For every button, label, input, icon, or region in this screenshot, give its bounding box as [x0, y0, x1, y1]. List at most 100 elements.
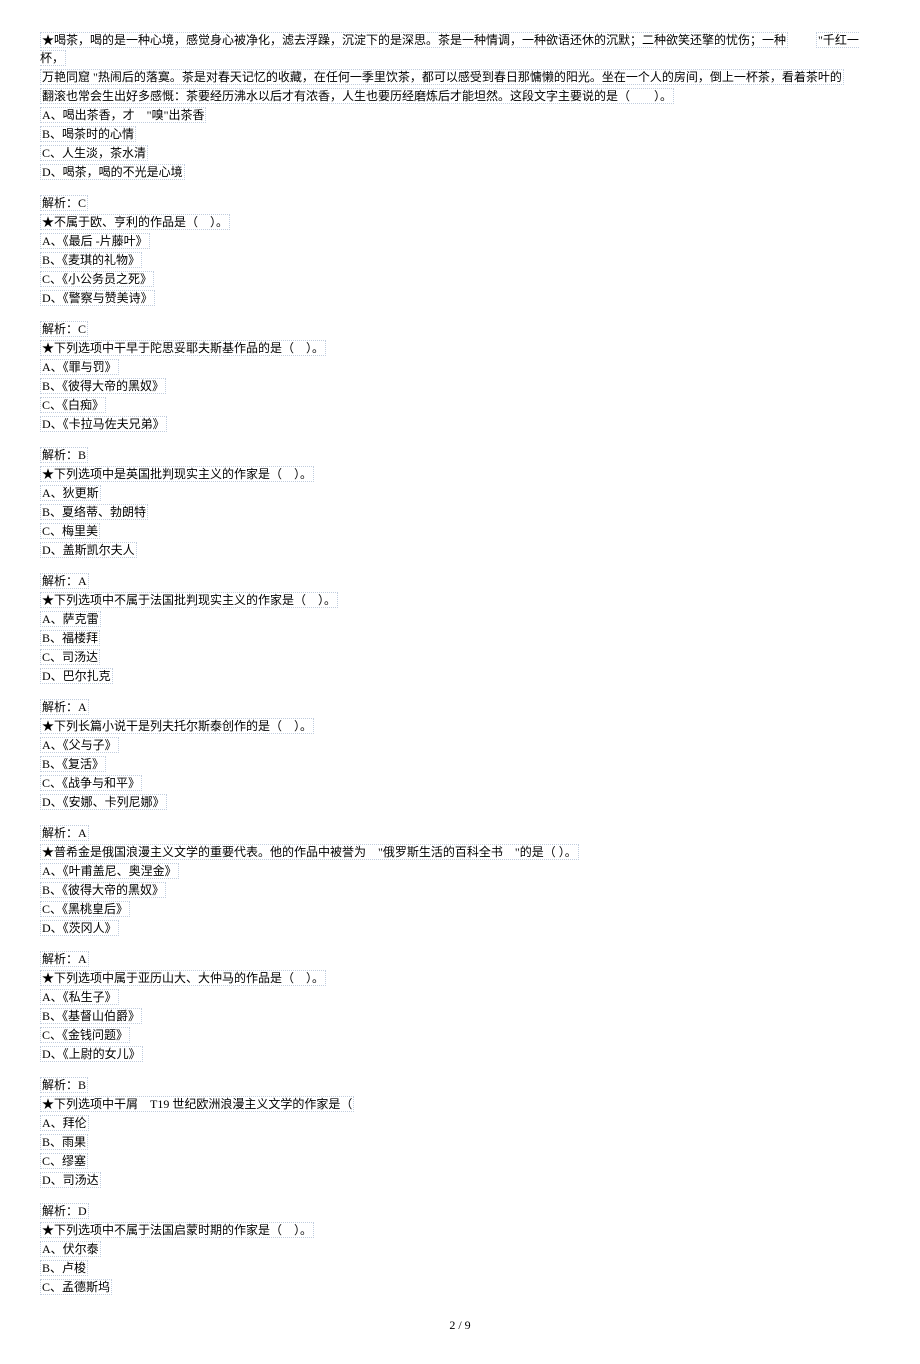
- text: 解析：D: [42, 1204, 87, 1218]
- text: C、梅里美: [42, 524, 98, 538]
- option-a: A、《罪与罚》: [40, 358, 880, 376]
- text: A、《最后 -片藤叶》: [42, 234, 148, 248]
- option-b: B、福楼拜: [40, 629, 880, 647]
- question-10: ★下列选项中不属于法国启蒙时期的作家是（ ）。 A、伏尔泰 B、卢梭 C、孟德斯…: [40, 1221, 880, 1296]
- text: D、喝茶，喝的不光是心境: [42, 165, 183, 179]
- text: ★不属于欧、亨利的作品是（ ）。: [42, 215, 228, 229]
- text: B、喝茶时的心情: [42, 127, 134, 141]
- option-d: D、喝茶，喝的不光是心境: [40, 163, 880, 181]
- text: B、《麦琪的礼物》: [42, 253, 140, 267]
- text: A、拜伦: [42, 1116, 87, 1130]
- option-a: A、《私生子》: [40, 988, 880, 1006]
- answer: 解析：A: [40, 698, 880, 716]
- text: C、《金钱问题》: [42, 1028, 128, 1042]
- text: ★下列选项中干早于陀思妥耶夫斯基作品的是（ ）。: [42, 341, 324, 355]
- question-3: ★下列选项中干早于陀思妥耶夫斯基作品的是（ ）。 A、《罪与罚》 B、《彼得大帝…: [40, 339, 880, 433]
- option-d: D、《安娜、卡列尼娜》: [40, 793, 880, 811]
- answer: 解析：A: [40, 572, 880, 590]
- text: B、夏络蒂、勃朗特: [42, 505, 146, 519]
- text: C、司汤达: [42, 650, 98, 664]
- option-b: B、喝茶时的心情: [40, 125, 880, 143]
- question-stem: ★下列选项中不属于法国批判现实主义的作家是（ ）。: [40, 591, 880, 609]
- question-4: ★下列选项中是英国批判现实主义的作家是（ ）。 A、狄更斯 B、夏络蒂、勃朗特 …: [40, 465, 880, 559]
- option-d: D、《上尉的女儿》: [40, 1045, 880, 1063]
- option-a: A、狄更斯: [40, 484, 880, 502]
- text: B、《彼得大帝的黑奴》: [42, 379, 164, 393]
- option-b: B、《基督山伯爵》: [40, 1007, 880, 1025]
- text: D、《卡拉马佐夫兄弟》: [42, 417, 165, 431]
- question-stem: ★普希金是俄国浪漫主义文学的重要代表。他的作品中被誉为 "俄罗斯生活的百科全书 …: [40, 843, 880, 861]
- option-a: A、拜伦: [40, 1114, 880, 1132]
- text: C、缪塞: [42, 1154, 86, 1168]
- answer: 解析：C: [40, 320, 880, 338]
- option-a: A、《最后 -片藤叶》: [40, 232, 880, 250]
- text: 解析：B: [42, 448, 86, 462]
- text: C、《战争与和平》: [42, 776, 140, 790]
- option-b: B、《彼得大帝的黑奴》: [40, 377, 880, 395]
- option-a: A、伏尔泰: [40, 1240, 880, 1258]
- text: 解析：A: [42, 700, 87, 714]
- text: ★下列选项中不属于法国启蒙时期的作家是（ ）。: [42, 1223, 312, 1237]
- question-stem: ★下列选项中干早于陀思妥耶夫斯基作品的是（ ）。: [40, 339, 880, 357]
- question-stem: ★下列选项中属于亚历山大、大仲马的作品是（ ）。: [40, 969, 880, 987]
- answer: 解析：B: [40, 446, 880, 464]
- option-a: A、萨克雷: [40, 610, 880, 628]
- text: A、伏尔泰: [42, 1242, 99, 1256]
- text: ★喝茶，喝的是一种心境，感觉身心被净化，滤去浮躁，沉淀下的是深思。茶是一种情调，…: [42, 33, 786, 47]
- question-stem: ★下列选项中是英国批判现实主义的作家是（ ）。: [40, 465, 880, 483]
- question-stem-line: 翻滚也常会生出好多感慨：茶要经历沸水以后才有浓香，人生也要历经磨炼后才能坦然。这…: [40, 87, 880, 105]
- text: ★下列选项中属于亚历山大、大仲马的作品是（ ）。: [42, 971, 324, 985]
- option-b: B、《彼得大帝的黑奴》: [40, 881, 880, 899]
- question-7: ★普希金是俄国浪漫主义文学的重要代表。他的作品中被誉为 "俄罗斯生活的百科全书 …: [40, 843, 880, 937]
- answer: 解析：C: [40, 194, 880, 212]
- text: C、《黑桃皇后》: [42, 902, 128, 916]
- text: 解析：C: [42, 196, 86, 210]
- text: A、《叶甫盖尼、奥涅金》: [42, 864, 177, 878]
- option-b: B、雨果: [40, 1133, 880, 1151]
- option-b: B、《复活》: [40, 755, 880, 773]
- option-d: D、《茨冈人》: [40, 919, 880, 937]
- text: ★下列长篇小说干是列夫托尔斯泰创作的是（ ）。: [42, 719, 312, 733]
- question-1: ★喝茶，喝的是一种心境，感觉身心被净化，滤去浮躁，沉淀下的是深思。茶是一种情调，…: [40, 31, 880, 181]
- text: C、人生淡，茶水清: [42, 146, 146, 160]
- page-number: 2 / 9: [40, 1316, 880, 1334]
- option-c: C、《战争与和平》: [40, 774, 880, 792]
- option-d: D、《警察与赞美诗》: [40, 289, 880, 307]
- option-c: C、《金钱问题》: [40, 1026, 880, 1044]
- text: C、《白痴》: [42, 398, 104, 412]
- text: ★下列选项中是英国批判现实主义的作家是（ ）。: [42, 467, 312, 481]
- answer: 解析：A: [40, 824, 880, 842]
- question-6: ★下列长篇小说干是列夫托尔斯泰创作的是（ ）。 A、《父与子》 B、《复活》 C…: [40, 717, 880, 811]
- answer: 解析：B: [40, 1076, 880, 1094]
- text: A、《私生子》: [42, 990, 117, 1004]
- option-c: C、《黑桃皇后》: [40, 900, 880, 918]
- text: A、狄更斯: [42, 486, 99, 500]
- text: D、巴尔扎克: [42, 669, 111, 683]
- question-stem: ★不属于欧、亨利的作品是（ ）。: [40, 213, 880, 231]
- text: 解析：B: [42, 1078, 86, 1092]
- question-stem: ★下列选项中干屑 T19 世纪欧洲浪漫主义文学的作家是（: [40, 1095, 880, 1113]
- text: C、孟德斯坞: [42, 1280, 110, 1294]
- question-9: ★下列选项中干屑 T19 世纪欧洲浪漫主义文学的作家是（ A、拜伦 B、雨果 C…: [40, 1095, 880, 1189]
- option-d: D、《卡拉马佐夫兄弟》: [40, 415, 880, 433]
- text: B、卢梭: [42, 1261, 86, 1275]
- text: A、喝出茶香，才 "嗅"出茶香: [42, 108, 204, 122]
- text: D、盖斯凯尔夫人: [42, 543, 135, 557]
- option-c: C、《白痴》: [40, 396, 880, 414]
- text: 解析：A: [42, 952, 87, 966]
- option-a: A、喝出茶香，才 "嗅"出茶香: [40, 106, 880, 124]
- text: D、《警察与赞美诗》: [42, 291, 153, 305]
- question-stem-line: 万艳同窟 "热闹后的落寞。茶是对春天记忆的收藏，在任何一季里饮茶，都可以感受到春…: [40, 68, 880, 86]
- option-a: A、《叶甫盖尼、奥涅金》: [40, 862, 880, 880]
- option-c: C、梅里美: [40, 522, 880, 540]
- question-8: ★下列选项中属于亚历山大、大仲马的作品是（ ）。 A、《私生子》 B、《基督山伯…: [40, 969, 880, 1063]
- text: ★普希金是俄国浪漫主义文学的重要代表。他的作品中被誉为 "俄罗斯生活的百科全书 …: [42, 845, 577, 859]
- option-a: A、《父与子》: [40, 736, 880, 754]
- question-2: ★不属于欧、亨利的作品是（ ）。 A、《最后 -片藤叶》 B、《麦琪的礼物》 C…: [40, 213, 880, 307]
- text: A、《父与子》: [42, 738, 117, 752]
- option-d: D、司汤达: [40, 1171, 880, 1189]
- text: C、《小公务员之死》: [42, 272, 152, 286]
- text: B、《基督山伯爵》: [42, 1009, 140, 1023]
- option-c: C、孟德斯坞: [40, 1278, 880, 1296]
- text: ★下列选项中干屑 T19 世纪欧洲浪漫主义文学的作家是（: [42, 1097, 352, 1111]
